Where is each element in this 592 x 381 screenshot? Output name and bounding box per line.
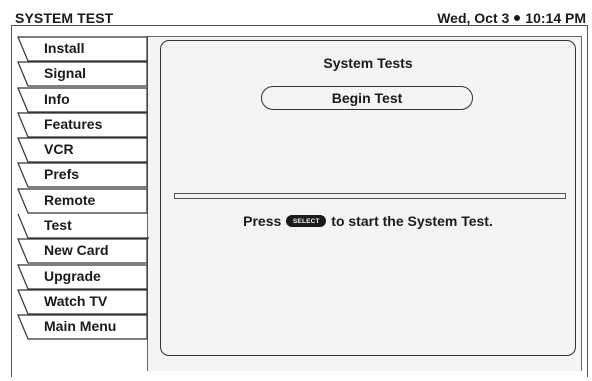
sidebar-item-label: Test xyxy=(44,217,72,234)
instruction-suffix: to start the System Test. xyxy=(331,213,493,229)
panel-divider xyxy=(174,193,566,199)
sidebar-item-label: Info xyxy=(44,90,70,107)
tab-shape xyxy=(17,137,148,163)
sidebar-item-vcr[interactable]: VCR xyxy=(17,137,148,163)
date-time-display: Wed, Oct 3 10:14 PM xyxy=(437,10,586,26)
sidebar-item-signal[interactable]: Signal xyxy=(17,61,148,87)
screen-title: SYSTEM TEST xyxy=(15,10,114,26)
sidebar-item-prefs[interactable]: Prefs xyxy=(17,162,148,189)
sidebar-item-label: Watch TV xyxy=(44,292,108,309)
sidebar-item-upgrade[interactable]: Upgrade xyxy=(17,264,148,290)
instruction-text: Press SELECT to start the System Test. xyxy=(161,213,575,229)
sidebar-item-info[interactable]: Info xyxy=(17,86,148,113)
sidebar-item-features[interactable]: Features xyxy=(17,112,148,138)
sidebar-item-new-card[interactable]: New Card xyxy=(17,238,148,264)
system-tests-panel: System Tests Begin Test Press SELECT to … xyxy=(160,40,576,356)
sidebar-item-main-menu[interactable]: Main Menu xyxy=(17,314,148,340)
select-key-icon: SELECT xyxy=(286,215,327,227)
system-test-screen: SYSTEM TEST Wed, Oct 3 10:14 PM Install S… xyxy=(0,0,592,381)
tab-shape xyxy=(17,86,148,113)
sidebar-item-watch-tv[interactable]: Watch TV xyxy=(17,289,148,315)
sidebar-item-label: Signal xyxy=(44,65,87,82)
panel-title: System Tests xyxy=(323,55,413,71)
sidebar-menu: Install Signal Info Features VCR Prefs Remote T… xyxy=(17,36,149,340)
bullet-separator-icon xyxy=(514,15,521,21)
sidebar-item-remote[interactable]: Remote xyxy=(17,188,148,214)
sidebar-item-label: Remote xyxy=(44,191,96,208)
sidebar-item-label: VCR xyxy=(44,141,74,158)
instruction-prefix: Press xyxy=(243,213,282,229)
sidebar-item-label: Prefs xyxy=(44,166,80,183)
content-area-right-edge xyxy=(581,36,582,371)
sidebar-item-label: Features xyxy=(44,115,103,132)
time-label: 10:14 PM xyxy=(525,10,586,26)
sidebar-item-install[interactable]: Install xyxy=(17,36,148,62)
sidebar-item-label: New Card xyxy=(44,242,109,259)
date-label: Wed, Oct 3 xyxy=(437,10,510,26)
sidebar-item-label: Upgrade xyxy=(44,267,101,284)
tab-shape xyxy=(17,162,148,189)
tab-shape xyxy=(17,213,149,239)
sidebar-item-label: Main Menu xyxy=(44,318,117,335)
sidebar-item-label: Install xyxy=(44,40,85,56)
outer-frame-right-edge xyxy=(587,25,588,377)
sidebar-item-test[interactable]: Test xyxy=(17,213,149,239)
begin-test-button[interactable]: Begin Test xyxy=(261,86,473,110)
